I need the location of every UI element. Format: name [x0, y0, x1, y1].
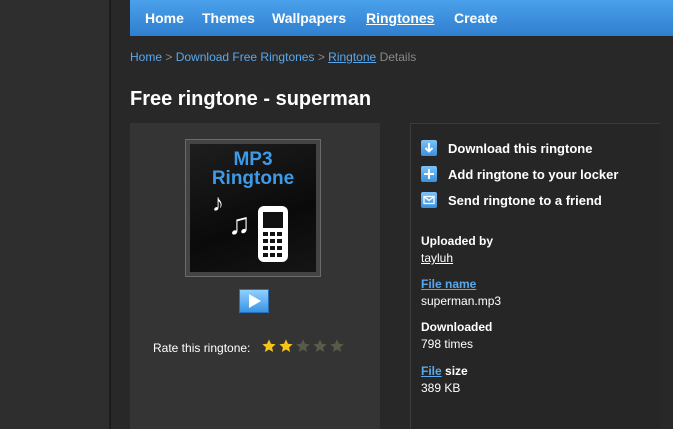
breadcrumb-ringtone[interactable]: Ringtone	[328, 50, 376, 64]
uploaded-by-label: Uploaded by	[421, 234, 494, 248]
breadcrumb-separator: >	[317, 50, 325, 64]
star-icon[interactable]	[278, 338, 294, 354]
top-navigation: Home Themes Wallpapers Ringtones Create	[130, 0, 673, 36]
star-icon[interactable]	[261, 338, 277, 354]
ringtone-thumbnail: MP3 Ringtone ♪ ♫	[185, 139, 321, 277]
file-name-link[interactable]: File name	[421, 277, 476, 291]
file-name-value: superman.mp3	[421, 294, 502, 308]
thumbnail-image: MP3 Ringtone ♪ ♫	[190, 144, 316, 272]
file-size-value: 389 KB	[421, 381, 461, 395]
left-sidebar	[0, 0, 109, 429]
thumbnail-subtitle: Ringtone	[211, 168, 295, 189]
breadcrumb-home[interactable]: Home	[130, 50, 162, 64]
file-size-heading: File size	[421, 364, 468, 378]
uploader-link[interactable]: tayluh	[421, 251, 453, 265]
nav-home[interactable]: Home	[145, 10, 184, 26]
details-panel: Download this ringtone Add ringtone to y…	[410, 123, 660, 429]
file-size-link[interactable]: File	[421, 364, 442, 378]
breadcrumb-separator: >	[165, 50, 173, 64]
rating-label: Rate this ringtone:	[153, 341, 251, 355]
rating-row: Rate this ringtone:	[153, 339, 344, 355]
breadcrumb-details: Details	[379, 50, 417, 64]
nav-themes[interactable]: Themes	[202, 10, 255, 26]
downloaded-value: 798 times	[421, 337, 474, 351]
play-button[interactable]	[239, 289, 269, 313]
download-icon	[421, 140, 437, 156]
envelope-icon	[421, 192, 437, 208]
send-to-friend-label: Send ringtone to a friend	[448, 193, 602, 208]
nav-create[interactable]: Create	[454, 10, 498, 26]
preview-panel: MP3 Ringtone ♪ ♫ Rate this ringtone:	[130, 123, 380, 429]
breadcrumb-downloads[interactable]: Download Free Ringtones	[176, 50, 315, 64]
play-icon	[249, 294, 261, 308]
downloaded-label: Downloaded	[421, 320, 493, 334]
music-notes-icon: ♫	[228, 208, 251, 241]
star-icon[interactable]	[295, 338, 311, 354]
star-icon[interactable]	[329, 338, 345, 354]
file-size-label: size	[445, 364, 468, 378]
star-rating	[261, 338, 346, 354]
nav-ringtones[interactable]: Ringtones	[366, 10, 434, 26]
add-to-locker-label: Add ringtone to your locker	[448, 167, 619, 182]
mobile-phone-icon	[258, 206, 288, 262]
plus-icon	[421, 166, 437, 182]
star-icon[interactable]	[312, 338, 328, 354]
file-name-heading: File name	[421, 277, 476, 291]
nav-wallpapers[interactable]: Wallpapers	[272, 10, 346, 26]
breadcrumb: Home > Download Free Ringtones > Rington…	[130, 50, 416, 64]
page-title: Free ringtone - superman	[130, 88, 372, 110]
download-label: Download this ringtone	[448, 141, 593, 156]
music-note-icon: ♪	[212, 190, 224, 217]
